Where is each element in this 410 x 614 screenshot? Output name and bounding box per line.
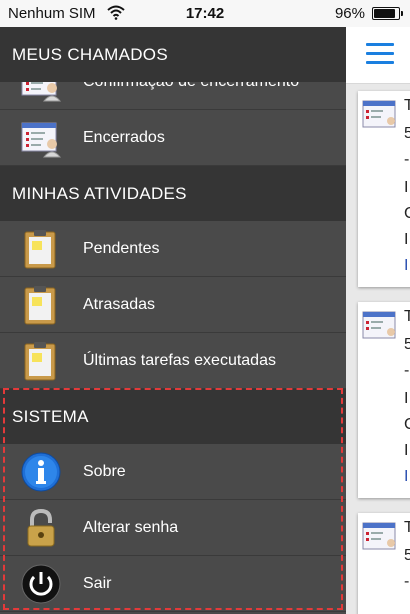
ticket-card[interactable]: T 5 - I C I I — [358, 302, 410, 498]
card-text: T — [404, 97, 410, 114]
card-link[interactable]: I — [404, 257, 408, 275]
menu-item-label: Sair — [83, 574, 112, 592]
ticket-form-icon — [362, 522, 396, 550]
card-text: T — [404, 308, 410, 325]
padlock-icon — [27, 508, 55, 547]
card-text: C — [404, 416, 410, 433]
battery-icon — [372, 7, 403, 20]
menu-item-atrasadas[interactable]: Atrasadas — [0, 277, 346, 333]
ticket-form-icon — [362, 100, 396, 128]
navbar — [346, 27, 410, 84]
menu-item-label: Pendentes — [83, 239, 160, 257]
section-header-meus-chamados: MEUS CHAMADOS — [0, 27, 346, 82]
card-link[interactable]: I — [404, 468, 408, 486]
ticket-form-icon — [362, 311, 396, 339]
menu-item-label: Alterar senha — [83, 518, 179, 536]
power-icon — [21, 564, 61, 604]
card-text: 5 — [404, 547, 410, 564]
menu-item-sair[interactable]: Sair — [0, 556, 346, 612]
section-header-sistema: SISTEMA — [0, 389, 346, 444]
menu-item-label: Atrasadas — [83, 295, 156, 313]
card-text: C — [404, 205, 410, 222]
ticket-card[interactable]: T 5 - — [358, 513, 410, 614]
menu-item-label: Encerrados — [83, 128, 165, 146]
status-bar: Nenhum SIM 17:42 96% — [0, 0, 410, 27]
section-header-minhas-atividades: MINHAS ATIVIDADES — [0, 166, 346, 221]
clipboard-icon — [24, 286, 56, 325]
clipboard-icon — [24, 342, 56, 381]
menu-item-alterar-senha[interactable]: Alterar senha — [0, 500, 346, 556]
card-text: T — [404, 519, 410, 536]
card-text: - — [404, 362, 410, 379]
battery-percent: 96% — [334, 5, 365, 22]
card-text: I — [404, 390, 409, 407]
menu-item-ultimas-tarefas[interactable]: Últimas tarefas executadas — [0, 333, 346, 389]
ticket-form-icon — [21, 122, 62, 158]
menu-item-sobre[interactable]: Sobre — [0, 444, 346, 500]
card-text: 5 — [404, 125, 410, 142]
menu-item-pendentes[interactable]: Pendentes — [0, 221, 346, 277]
card-text: 5 — [404, 336, 410, 353]
card-text: - — [404, 151, 410, 168]
card-text: - — [404, 573, 410, 590]
menu-item-label: Últimas tarefas executadas — [83, 351, 276, 369]
side-menu-scroll[interactable]: Confirmação de encerramento Encerrados M… — [0, 27, 346, 612]
hamburger-menu-icon[interactable] — [366, 43, 394, 65]
info-icon — [21, 452, 61, 492]
menu-item-label: Sobre — [83, 462, 126, 480]
clipboard-icon — [24, 230, 56, 269]
card-text: I — [404, 442, 409, 459]
card-text: I — [404, 179, 409, 196]
main-content: T 5 - I C I I T 5 - I C I I T 5 - — [346, 27, 410, 614]
menu-item-encerrados[interactable]: Encerrados — [0, 110, 346, 166]
side-menu: Confirmação de encerramento Encerrados M… — [0, 27, 346, 614]
card-text: I — [404, 231, 409, 248]
ticket-card[interactable]: T 5 - I C I I — [358, 91, 410, 287]
